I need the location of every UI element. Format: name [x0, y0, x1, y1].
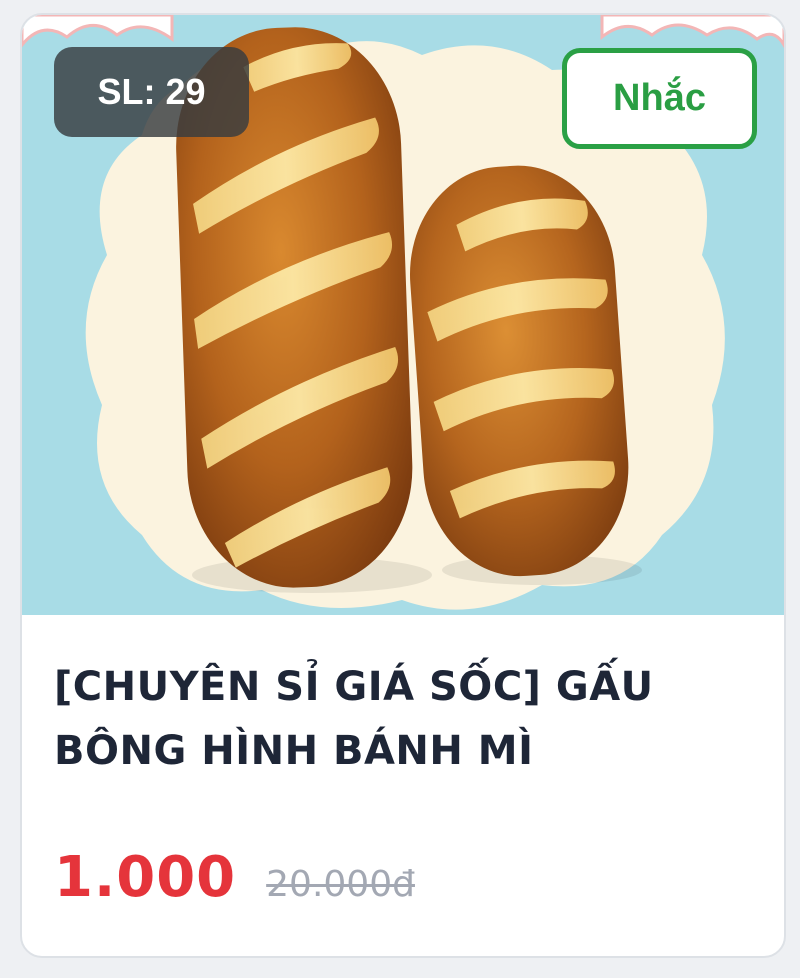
product-card[interactable]: SL: 29 Nhắc [CHUYÊN SỈ GIÁ SỐC] GẤU BÔNG…	[20, 13, 786, 958]
original-price: 20.000đ	[266, 864, 415, 905]
remind-button[interactable]: Nhắc	[562, 48, 757, 149]
product-title[interactable]: [CHUYÊN SỈ GIÁ SỐC] GẤU BÔNG HÌNH BÁNH M…	[54, 655, 744, 783]
price-row: 1.000 20.000đ	[54, 845, 415, 915]
stock-quantity-badge: SL: 29	[54, 47, 249, 137]
sale-price: 1.000	[54, 845, 237, 910]
